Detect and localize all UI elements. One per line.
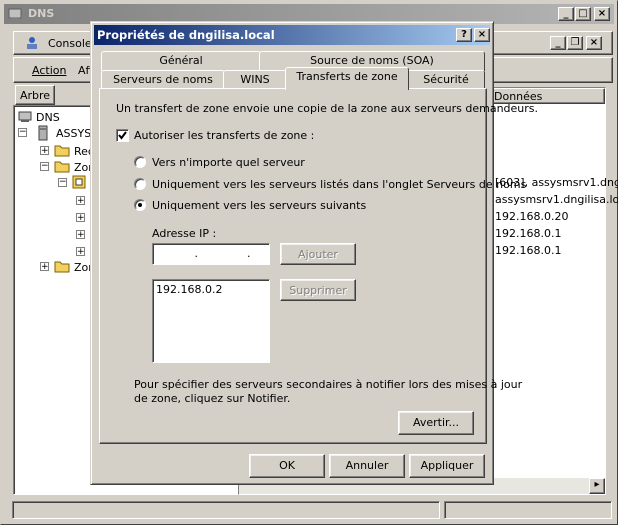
tab-zone-transfers[interactable]: Transferts de zone [285, 67, 409, 90]
expand-subitem-icon[interactable]: + [76, 247, 85, 257]
tree-root-label[interactable]: DNS [36, 111, 60, 124]
allow-transfers-label[interactable]: Autoriser les transferts de zone : [134, 129, 314, 142]
child-minimize-button[interactable]: _ [550, 36, 566, 50]
scroll-right-button[interactable]: ▸ [589, 478, 605, 494]
child-close-button[interactable]: × [586, 36, 602, 50]
expand-zones-icon[interactable]: − [40, 162, 49, 171]
remove-button[interactable]: Supprimer [280, 279, 356, 301]
expand-recent-icon[interactable]: + [40, 146, 49, 156]
main-maximize-button[interactable]: □ [575, 7, 591, 21]
folder-icon [54, 143, 70, 160]
description-text: Un transfert de zone envoie une copie de… [116, 102, 539, 115]
radio-listed-servers[interactable] [134, 178, 146, 190]
cancel-button[interactable]: Annuler [329, 454, 405, 478]
list-item[interactable]: 192.168.0.2 [156, 283, 222, 296]
expand-zone-icon[interactable]: − [58, 178, 67, 187]
tab-general[interactable]: Général [101, 51, 261, 71]
notify-text-line2: de zone, cliquez sur Notifier. [134, 392, 291, 405]
main-close-button[interactable]: × [594, 7, 610, 21]
tab-security[interactable]: Sécurité [407, 70, 485, 90]
dialog-help-button[interactable]: ? [456, 28, 472, 42]
ip-address-label: Adresse IP : [152, 227, 217, 240]
radio-following-servers-label[interactable]: Uniquement vers les serveurs suivants [152, 199, 366, 212]
main-minimize-button[interactable]: _ [558, 7, 574, 21]
dialog-title-bar: Propriétés de dngilisa.local ? × [94, 25, 490, 45]
apply-button[interactable]: Appliquer [409, 454, 485, 478]
tree-tab[interactable]: Arbre [15, 85, 55, 105]
server-icon [36, 125, 50, 144]
list-row-value[interactable]: 192.168.0.1 [495, 227, 561, 240]
main-title: DNS [28, 7, 55, 20]
dns-app-icon [7, 6, 23, 29]
zone-icon [72, 175, 86, 192]
folder-icon [54, 259, 70, 276]
menu-console[interactable]: Console [48, 37, 92, 50]
radio-listed-servers-label[interactable]: Uniquement vers les serveurs listés dans… [152, 178, 526, 191]
expand-subitem-icon[interactable]: + [76, 213, 85, 223]
dialog-title: Propriétés de dngilisa.local [97, 28, 275, 42]
notify-button[interactable]: Avertir... [398, 411, 474, 435]
checkmark-icon [118, 131, 127, 140]
dialog-close-button[interactable]: × [474, 28, 490, 42]
notify-text-line1: Pour spécifier des serveurs secondaires … [134, 378, 523, 391]
ok-button[interactable]: OK [249, 454, 325, 478]
console-icon [24, 35, 40, 54]
radio-any-server-label[interactable]: Vers n'importe quel serveur [152, 156, 305, 169]
expand-zones2-icon[interactable]: + [40, 262, 49, 272]
expand-subitem-icon[interactable]: + [76, 230, 85, 240]
list-row-value[interactable]: 192.168.0.1 [495, 244, 561, 257]
ip-address-list[interactable]: 192.168.0.2 [152, 279, 270, 363]
add-button[interactable]: Ajouter [280, 243, 356, 265]
allow-transfers-checkbox[interactable] [116, 129, 129, 142]
child-restore-button[interactable]: ❐ [567, 36, 583, 50]
expand-subitem-icon[interactable]: + [76, 196, 85, 206]
folder-open-icon [54, 159, 70, 176]
list-row-value[interactable]: 192.168.0.20 [495, 210, 568, 223]
radio-any-server[interactable] [134, 156, 146, 168]
expand-server-icon[interactable]: − [18, 128, 27, 137]
dns-root-icon [18, 110, 32, 127]
status-bar [4, 499, 614, 521]
list-row-value[interactable]: assysmsrv1.dngilisa.loc [495, 193, 618, 206]
radio-following-servers[interactable] [134, 199, 146, 211]
zone-transfers-panel: Un transfert de zone envoie une copie de… [99, 88, 538, 444]
properties-dialog: Propriétés de dngilisa.local ? × Général… [90, 21, 538, 485]
menu-action[interactable]: Action [32, 64, 66, 77]
ip-address-input[interactable]: . . . [152, 243, 303, 265]
tab-name-servers[interactable]: Serveurs de noms [101, 70, 225, 90]
tab-wins[interactable]: WINS [223, 70, 287, 90]
